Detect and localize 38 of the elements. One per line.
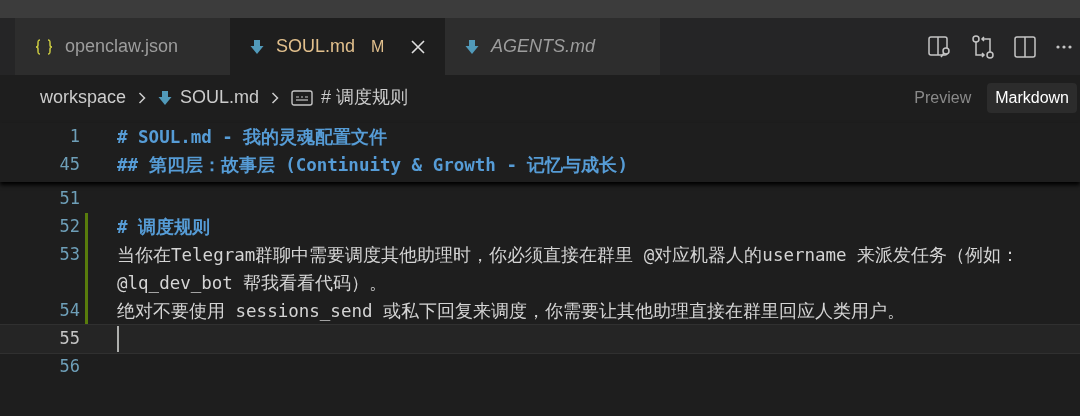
chevron-right-icon [271, 91, 280, 104]
line-number: 53 [59, 243, 80, 267]
arrow-down-icon [250, 38, 264, 55]
arrow-down-icon [465, 38, 479, 55]
view-toggle[interactable]: Markdown [987, 82, 1077, 113]
heading-line: # SOUL.md - 我的灵魂配置文件 [117, 125, 388, 149]
chevron-right-icon [138, 91, 147, 104]
tab-label: AGENTS.md [491, 35, 596, 58]
line-number: 55 [59, 327, 80, 351]
compare-changes-icon[interactable] [972, 34, 994, 59]
breadcrumb-item[interactable]: # 调度规则 [321, 84, 409, 111]
heading-line: ## 第四层：故事层 (Continuity & Growth - 记忆与成长) [117, 153, 628, 177]
editor-tab[interactable]: SOUL.md M [230, 18, 445, 75]
breadcrumb-item[interactable]: SOUL.md [180, 84, 260, 111]
line-number: 45 [59, 153, 80, 177]
line-number: 54 [59, 299, 80, 323]
heading-line: # 调度规则 [117, 215, 211, 239]
arrow-down-icon [158, 89, 173, 106]
code-text: @lq_dev_bot 帮我看看代码）。 [117, 271, 388, 295]
code-text: 绝对不要使用 sessions_send 或私下回复来调度，你需要让其他助理直接在群里回应人类用户。 [117, 299, 906, 323]
breadcrumb-item[interactable]: workspace [40, 84, 127, 111]
split-editor-icon[interactable] [1014, 35, 1036, 58]
line-number: 56 [59, 355, 80, 379]
line-number: 1 [69, 125, 80, 149]
braces-icon [35, 38, 53, 55]
more-icon[interactable] [1056, 44, 1072, 49]
view-toggle[interactable]: Preview [906, 82, 980, 113]
preview-search-icon[interactable] [928, 35, 952, 58]
editor-tab[interactable]: openclaw.json [15, 18, 230, 75]
code-text: 当你在Telegram群聊中需要调度其他助理时，你必须直接在群里 @对应机器人的username 来派发任务（例如： [117, 243, 1020, 267]
tab-label: SOUL.md [276, 35, 356, 58]
editor-tab[interactable]: AGENTS.md [445, 18, 660, 75]
line-number: 52 [59, 215, 80, 239]
tab-label: openclaw.json [65, 35, 179, 58]
text-symbol-icon [291, 89, 314, 106]
close-icon[interactable] [411, 39, 425, 54]
line-number: 51 [59, 187, 80, 211]
modified-label: M [371, 36, 385, 57]
